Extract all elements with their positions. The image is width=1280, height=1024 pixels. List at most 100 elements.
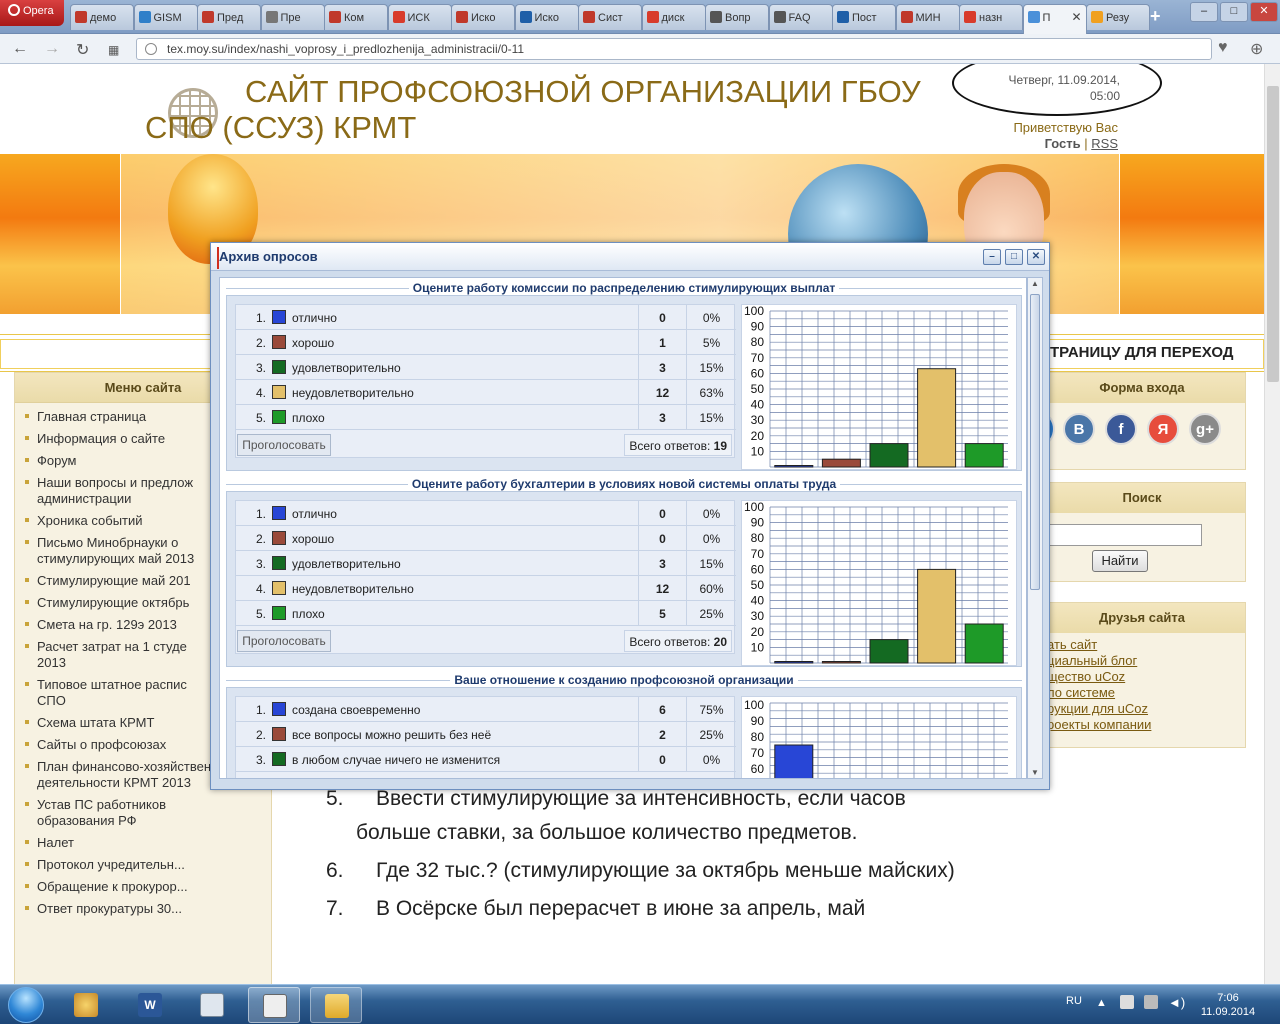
tab-favicon-icon <box>964 11 976 23</box>
opera-app-button[interactable] <box>248 987 300 1023</box>
browser-tab[interactable]: демо <box>70 4 134 30</box>
y-tick-label: 80 <box>751 531 765 545</box>
friend-link[interactable]: щество uCoz <box>1047 669 1245 685</box>
close-window-button[interactable]: ✕ <box>1250 2 1278 22</box>
close-tab-icon[interactable]: ✕ <box>1071 10 1081 24</box>
maximize-window-button[interactable]: □ <box>1220 2 1248 22</box>
left-menu-item[interactable]: Обращение к прокурор... <box>15 877 271 899</box>
rss-link[interactable]: RSS <box>1091 136 1118 151</box>
greeting-text: Приветствую Вас <box>1013 120 1118 135</box>
dialog-maximize-button[interactable]: □ <box>1005 249 1023 265</box>
calculator-app-button[interactable] <box>186 987 238 1023</box>
left-menu-item[interactable]: Налет <box>15 833 271 855</box>
address-toolbar: ← → ↻ ▦ tex.moy.su/index/nashi_voprosy_i… <box>0 34 1280 64</box>
dialog-scrollbar-thumb[interactable] <box>1030 294 1040 590</box>
minimize-window-button[interactable]: – <box>1190 2 1218 22</box>
forward-icon[interactable]: → <box>44 40 60 58</box>
speed-dial-icon[interactable]: ▦ <box>108 43 119 57</box>
google-plus-login-icon[interactable]: g+ <box>1189 413 1221 445</box>
answer-percent: 15% <box>686 405 736 430</box>
tab-favicon-icon <box>837 11 849 23</box>
browser-tab[interactable]: Пост <box>832 4 896 30</box>
vote-button[interactable]: Проголосовать <box>237 434 331 456</box>
palette-icon <box>74 993 98 1017</box>
search-input[interactable] <box>1046 524 1202 546</box>
browser-tab[interactable]: Вопр <box>705 4 769 30</box>
opera-menu-button[interactable]: Opera <box>0 0 64 26</box>
search-button[interactable]: Найти <box>1092 550 1148 572</box>
network-icon[interactable] <box>1120 995 1134 1009</box>
browser-tab[interactable]: Иско <box>514 4 579 30</box>
tab-favicon-icon <box>583 11 595 23</box>
left-menu-item[interactable]: Ответ прокуратуры 30... <box>15 899 271 921</box>
tray-arrow-icon[interactable]: ▲ <box>1096 997 1107 1009</box>
facebook-login-icon[interactable]: f <box>1105 413 1137 445</box>
system-clock[interactable]: 7:06 11.09.2014 <box>1196 991 1260 1019</box>
dialog-close-button[interactable]: ✕ <box>1027 249 1045 265</box>
browser-tab-bar: Opera демо GISM Пред Пре Ком ИСК Иско Иско Сист д… <box>0 0 1280 34</box>
friends-header: Друзья сайта <box>1039 603 1245 633</box>
poll-answer-row: 1. отлично 0 0% <box>236 305 736 330</box>
word-app-button[interactable]: W <box>124 987 176 1023</box>
site-info-icon[interactable] <box>145 43 157 55</box>
device-icon[interactable] <box>1144 995 1158 1009</box>
y-tick-label: 40 <box>751 398 765 412</box>
dialog-title: Архив опросов <box>219 249 318 264</box>
browser-tab[interactable]: диск <box>641 4 706 30</box>
language-indicator[interactable]: RU <box>1066 995 1082 1007</box>
browser-tab[interactable]: назн <box>959 4 1023 30</box>
back-icon[interactable]: ← <box>12 40 28 58</box>
chart-bar <box>964 443 1004 468</box>
left-menu-item[interactable]: Протокол учредительн... <box>15 855 271 877</box>
explorer-app-button[interactable] <box>310 987 362 1023</box>
friend-link[interactable]: ать сайт <box>1047 637 1245 653</box>
answer-color-swatch <box>272 385 286 399</box>
new-tab-button[interactable]: + <box>1150 6 1161 27</box>
poll: Оцените работу комиссии по распределению… <box>226 281 1022 471</box>
browser-tab[interactable]: FAQ <box>768 4 833 30</box>
opera-menu-label: Opera <box>23 5 54 17</box>
address-field[interactable]: tex.moy.su/index/nashi_voprosy_i_predloz… <box>136 38 1212 60</box>
answer-label: создана своевременно <box>292 703 421 717</box>
tab-favicon-icon <box>75 11 87 23</box>
friend-link[interactable]: циальный блог <box>1047 653 1245 669</box>
browser-tab[interactable]: МИН <box>895 4 960 30</box>
dialog-minimize-button[interactable]: – <box>983 249 1001 265</box>
poll-box: 1. отлично 0 0% 2. хорошо 1 5% 3. удовлетворитель… <box>226 295 1022 471</box>
poll-answers-table: 1. создана своевременно 6 75% 2. все вопросы … <box>235 696 736 778</box>
tab-favicon-icon <box>202 11 214 23</box>
start-button[interactable] <box>2 985 50 1024</box>
browser-tab[interactable]: Сист <box>578 4 642 30</box>
vote-button[interactable]: Проголосовать <box>237 630 331 652</box>
browser-tab[interactable]: Пред <box>197 4 261 30</box>
vk-login-icon[interactable]: В <box>1063 413 1095 445</box>
answer-number: 1. <box>255 311 266 325</box>
browser-tab[interactable]: Иско <box>451 4 515 30</box>
browser-tab[interactable]: ИСК <box>387 4 452 30</box>
chart-bar <box>821 661 861 664</box>
volume-icon[interactable]: ◄) <box>1168 995 1185 1010</box>
opera-logo-icon <box>8 4 20 16</box>
yandex-login-icon[interactable]: Я <box>1147 413 1179 445</box>
browser-tab[interactable]: Резу <box>1086 4 1150 30</box>
browser-tab[interactable]: Ком <box>324 4 388 30</box>
dialog-scrollbar[interactable]: ▲ ▼ <box>1027 277 1043 779</box>
browser-tab[interactable]: П ✕ <box>1022 4 1087 34</box>
page-scrollbar-thumb[interactable] <box>1267 86 1279 382</box>
browser-tab[interactable]: Пре <box>260 4 325 30</box>
friend-link[interactable]: ло системе <box>1047 685 1245 701</box>
friend-link[interactable]: роекты компании <box>1047 717 1245 733</box>
dialog-titlebar[interactable]: Архив опросов – □ ✕ <box>211 243 1049 271</box>
bookmark-heart-icon[interactable]: ♥ <box>1218 39 1228 57</box>
reload-icon[interactable]: ↻ <box>76 40 89 60</box>
article-item: 6. Где 32 тыс.? (стимулирующие за октябрь… <box>284 854 984 888</box>
friend-link[interactable]: рукции для uCoz <box>1047 701 1245 717</box>
y-tick-label: 10 <box>751 444 765 458</box>
paint-app-button[interactable] <box>60 987 112 1023</box>
downloads-icon[interactable]: ⊕ <box>1250 39 1263 59</box>
page-scrollbar[interactable] <box>1264 64 1280 984</box>
browser-tab[interactable]: GISM <box>133 4 198 30</box>
left-menu-item[interactable]: Устав ПС работников образования РФ <box>15 795 271 833</box>
y-tick-label: 60 <box>751 762 765 776</box>
answer-color-swatch <box>272 335 286 349</box>
